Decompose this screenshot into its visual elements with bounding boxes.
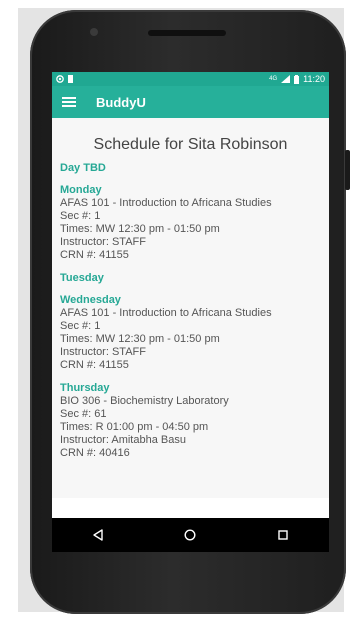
- location-icon: [56, 75, 64, 83]
- course-detail-line: AFAS 101 - Introduction to Africana Stud…: [60, 197, 272, 209]
- app-bar: BuddyU: [52, 86, 329, 118]
- day-heading: Monday: [60, 184, 102, 196]
- day-heading: Tuesday: [60, 272, 104, 284]
- page-title: Schedule for Sita Robinson: [93, 136, 288, 153]
- course-detail-line: Times: R 01:00 pm - 04:50 pm: [60, 421, 209, 433]
- course-entry: AFAS 101 - Introduction to Africana Stud…: [60, 307, 321, 372]
- camera: [90, 28, 98, 36]
- course-entry: AFAS 101 - Introduction to Africana Stud…: [60, 197, 321, 262]
- back-triangle-icon: [93, 529, 103, 541]
- home-circle-icon: [184, 529, 196, 541]
- course-entry: BIO 306 - Biochemistry Laboratory Sec #: …: [60, 395, 321, 460]
- course-detail-line: Instructor: STAFF: [60, 236, 146, 248]
- nav-bar: [52, 518, 329, 552]
- hamburger-menu-icon[interactable]: [62, 97, 76, 107]
- course-detail-line: Instructor: Amitabha Basu: [60, 434, 186, 446]
- speaker-grille: [148, 30, 226, 36]
- course-detail-line: AFAS 101 - Introduction to Africana Stud…: [60, 307, 272, 319]
- course-detail-line: CRN #: 41155: [60, 359, 129, 371]
- day-heading: Day TBD: [60, 162, 106, 174]
- app-title: BuddyU: [96, 94, 146, 110]
- course-detail-line: Sec #: 61: [60, 408, 107, 420]
- schedule-list: Day TBD Monday AFAS 101 - Introduction to …: [60, 162, 321, 460]
- course-detail-line: Times: MW 12:30 pm - 01:50 pm: [60, 223, 220, 235]
- course-detail-line: CRN #: 40416: [60, 447, 130, 459]
- course-detail-line: Times: MW 12:30 pm - 01:50 pm: [60, 333, 220, 345]
- course-detail-line: BIO 306 - Biochemistry Laboratory: [60, 395, 229, 407]
- battery-icon: [294, 74, 300, 84]
- recents-button[interactable]: [273, 525, 293, 545]
- status-bar: 4G 11:20: [52, 72, 329, 86]
- course-detail-line: Instructor: STAFF: [60, 346, 146, 358]
- course-detail-line: Sec #: 1: [60, 210, 101, 222]
- recents-square-icon: [278, 530, 288, 540]
- clock: 11:20: [303, 74, 325, 84]
- course-detail-line: CRN #: 41155: [60, 249, 129, 261]
- network-type: 4G: [269, 76, 278, 82]
- back-button[interactable]: [88, 525, 108, 545]
- home-button[interactable]: [180, 525, 200, 545]
- signal-icon: [281, 75, 291, 83]
- day-heading: Wednesday: [60, 294, 121, 306]
- course-detail-line: Sec #: 1: [60, 320, 101, 332]
- day-heading: Thursday: [60, 382, 110, 394]
- sim-card-icon: [68, 75, 73, 83]
- schedule-content[interactable]: Schedule for Sita Robinson Day TBD Monday…: [52, 118, 329, 498]
- power-button[interactable]: [345, 150, 350, 190]
- device-screen: 4G 11:20 BuddyU Schedule for Sita Robins…: [52, 72, 329, 552]
